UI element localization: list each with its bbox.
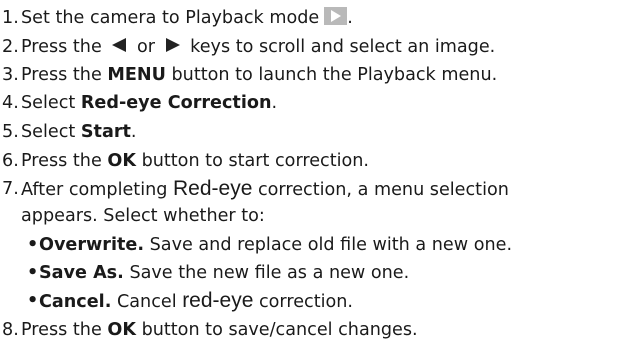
step-text-post: button to launch the Playback menu. [171,65,498,85]
red-eye-correction-label: Red-eye Correction [80,93,272,113]
red-eye-word: Red-eye [173,177,253,200]
step-text-pre: Select [21,122,76,142]
step-number: 7. [2,179,19,199]
option-text: Save and replace old file with a new one… [149,235,513,255]
start-label: Start [80,122,131,142]
ok-button-label: OK [107,320,136,340]
option-label: Cancel. [39,292,112,312]
step-text-post: button to start correction. [141,151,370,171]
ok-button-label: OK [107,151,136,171]
step-text-post: correction, a menu selection [257,180,509,200]
instruction-list: 1. Set the camera to Playback mode. 2. P… [0,0,633,348]
step-text: Set the camera to Playback mode [21,8,320,28]
step-text-post: . [271,93,278,113]
step-text-post: keys to scroll and select an image. [190,37,496,57]
right-arrow-icon [165,38,180,52]
step-text-pre: Press the [21,65,102,85]
step-number: 2. [2,37,19,57]
step-number: 5. [2,122,19,142]
option-text: Cancel [116,292,177,312]
step-text-pre: Press the [21,151,102,171]
step-text-pre: Press the [21,37,102,57]
option-label: Overwrite. [39,235,145,255]
option-text: Save the new file as a new one. [129,263,410,283]
bullet: • [27,263,39,283]
step-text-post: . [130,122,137,142]
step-text-pre: Press the [21,320,102,340]
option-label: Save As. [39,263,124,283]
step-number: 4. [2,93,19,113]
step-number: 6. [2,151,19,171]
bullet: • [27,291,39,311]
step-number: 8. [2,320,19,340]
step-number: 1. [2,8,19,28]
bullet: • [27,235,39,255]
step-text-pre: After completing [21,180,168,200]
red-eye-word: red-eye [182,289,254,312]
step-text-mid: or [136,37,155,57]
step-text-continued: appears. Select whether to: [21,206,265,226]
option-text-post: correction. [258,292,353,312]
left-arrow-icon [112,38,127,52]
step-number: 3. [2,65,19,85]
menu-button-label: MENU [107,65,166,85]
step-text-post: button to save/cancel changes. [141,320,418,340]
playback-icon [324,7,348,25]
step-text-pre: Select [21,93,76,113]
step-tail: . [347,8,353,28]
